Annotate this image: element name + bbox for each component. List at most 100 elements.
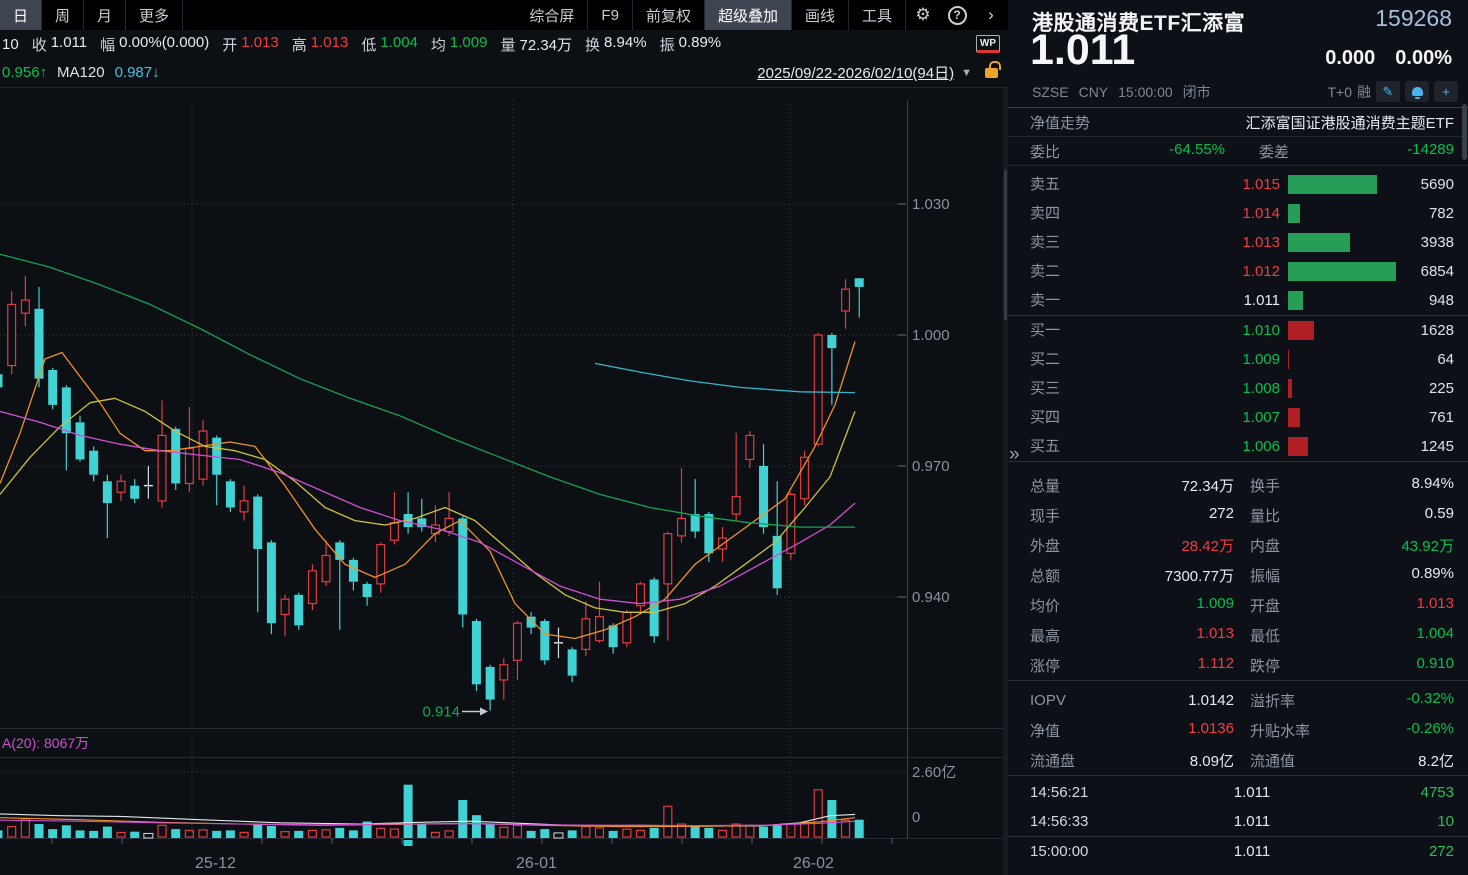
edit-icon[interactable]: ✎ <box>1376 81 1400 102</box>
stats-row-6: 涨停1.112跌停0.910 <box>1008 650 1468 680</box>
price-change: 0.000 0.00% <box>1325 47 1452 70</box>
bid-depth-bar <box>1288 321 1314 340</box>
quote-panel: 港股通消费ETF汇添富 159268 1.011 0.000 0.00% SZS… <box>1008 0 1468 875</box>
tick-row-1: 14:56:331.01110 <box>1008 807 1468 836</box>
iopv-row-1: 净值1.0136升贴水率-0.26% <box>1008 715 1468 745</box>
date-range-link[interactable]: 2025/09/22-2026/02/10(94日) <box>757 62 954 83</box>
period-tab-0[interactable]: 日 <box>0 0 42 30</box>
ma-segment-0: 0.956↑ <box>2 64 47 81</box>
iopv-row-2: 流通盘8.09亿流通值8.2亿 <box>1008 745 1468 775</box>
date-fragment: 10 <box>2 36 19 53</box>
stats-row-2: 外盘28.42万内盘43.92万 <box>1008 530 1468 560</box>
weibi-label: 委比 <box>1030 141 1060 162</box>
currency: CNY <box>1079 84 1109 100</box>
ask-depth-bar <box>1288 262 1396 281</box>
tool-tab-4[interactable]: 画线 <box>792 0 849 30</box>
stats-row-3: 总额7300.77万振幅0.89% <box>1008 560 1468 590</box>
stats-grid: 总量72.34万换手8.94%现手272量比0.59外盘28.42万内盘43.9… <box>1008 462 1468 680</box>
svg-text:26-02: 26-02 <box>793 855 834 872</box>
panel-scrollbar[interactable] <box>1462 104 1467 160</box>
svg-text:0.970: 0.970 <box>912 458 950 475</box>
weicha-value: -14289 <box>1289 141 1454 162</box>
bell-icon[interactable] <box>1405 81 1429 102</box>
stats-row-1: 现手272量比0.59 <box>1008 500 1468 530</box>
period-tabs: 日周月更多 <box>0 0 183 30</box>
price-info-4: 低1.004 <box>361 34 418 55</box>
plus-icon[interactable]: + <box>1434 81 1458 102</box>
tool-tab-5[interactable]: 工具 <box>849 0 906 30</box>
order-book: 卖五1.0155690卖四1.014782卖三1.0133938卖二1.0126… <box>1008 166 1468 461</box>
ask-row-0[interactable]: 卖五1.0155690 <box>1008 170 1468 199</box>
bid-depth-bar <box>1288 379 1292 398</box>
bid-depth-bar <box>1288 408 1300 427</box>
stats-row-0: 总量72.34万换手8.94% <box>1008 470 1468 500</box>
ma-labels: 0.956↑MA1200.987↓ <box>2 64 160 81</box>
ma-label-row: 0.956↑MA1200.987↓ 2025/09/22-2026/02/10(… <box>0 58 1008 88</box>
stats-row-5: 最高1.013最低1.004 <box>1008 620 1468 650</box>
weibi-row: 委比 -64.55% 委差 -14289 <box>1008 137 1468 166</box>
nav-label: 净值走势 <box>1030 112 1090 133</box>
unlock-icon[interactable] <box>985 68 998 78</box>
ask-depth-bar <box>1288 233 1350 252</box>
bid-row-2[interactable]: 买三1.008225 <box>1008 374 1468 403</box>
ask-row-3[interactable]: 卖二1.0126854 <box>1008 257 1468 286</box>
weicha-label: 委差 <box>1259 141 1289 162</box>
tick-row-0: 14:56:211.0114753 <box>1008 778 1468 807</box>
chevron-right-icon[interactable]: › <box>974 0 1008 30</box>
price-info-0: 收1.011 <box>32 34 87 55</box>
nav-row[interactable]: 净值走势 汇添富国证港股通消费主题ETF <box>1008 108 1468 137</box>
svg-text:2.60亿: 2.60亿 <box>912 764 956 781</box>
iopv-grid: IOPV1.0142溢折率-0.32%净值1.0136升贴水率-0.26%流通盘… <box>1008 681 1468 775</box>
svg-text:0.914: 0.914 <box>422 704 460 721</box>
wp-badge-icon[interactable]: WP <box>976 35 1000 53</box>
ask-row-1[interactable]: 卖四1.014782 <box>1008 199 1468 228</box>
tool-tab-1[interactable]: F9 <box>588 0 633 30</box>
price-info-8: 振0.89% <box>660 34 722 55</box>
svg-text:25-12: 25-12 <box>195 855 236 872</box>
ask-depth-bar <box>1288 175 1377 194</box>
bid-row-0[interactable]: 买一1.0101628 <box>1008 316 1468 345</box>
toolbar-right: 综合屏F9前复权超级叠加画线工具 ⚙ ? › <box>516 0 1008 30</box>
tool-tab-0[interactable]: 综合屏 <box>516 0 588 30</box>
bid-row-3[interactable]: 买四1.007761 <box>1008 403 1468 432</box>
chart-toolbar: 日周月更多 综合屏F9前复权超级叠加画线工具 ⚙ ? › <box>0 0 1008 30</box>
price-info-1: 幅0.00%(0.000) <box>100 34 209 55</box>
ask-row-4[interactable]: 卖一1.011948 <box>1008 286 1468 315</box>
volume-ma-label: A(20): 8067万 <box>2 733 89 753</box>
tool-tab-3[interactable]: 超级叠加 <box>705 0 792 30</box>
tool-tabs: 综合屏F9前复权超级叠加画线工具 <box>516 0 906 30</box>
collapse-handle[interactable]: » <box>1009 444 1020 466</box>
ask-depth-bar <box>1288 204 1300 223</box>
ask-row-2[interactable]: 卖三1.0133938 <box>1008 228 1468 257</box>
svg-text:0.940: 0.940 <box>912 589 950 606</box>
svg-text:0: 0 <box>912 809 920 826</box>
tool-tab-2[interactable]: 前复权 <box>633 0 705 30</box>
bid-depth-bar <box>1288 437 1308 456</box>
period-tab-3[interactable]: 更多 <box>126 0 183 30</box>
help-icon[interactable]: ? <box>940 0 974 30</box>
period-tab-1[interactable]: 周 <box>42 0 84 30</box>
svg-text:1.000: 1.000 <box>912 327 950 344</box>
last-price: 1.011 <box>1030 26 1135 75</box>
bid-depth-bar <box>1288 350 1289 369</box>
nav-fund-name[interactable]: 汇添富国证港股通消费主题ETF <box>1246 112 1454 133</box>
price-info-5: 均1.009 <box>431 34 488 55</box>
chart-region: 1.0301.0000.9700.9402.60亿025-1226-0126-0… <box>0 0 1008 875</box>
price-info-2: 开1.013 <box>222 34 279 55</box>
period-tab-2[interactable]: 月 <box>84 0 126 30</box>
price-info-row: 10 收1.011 幅0.00%(0.000) 开1.013 高1.013 低1.004… <box>0 30 1008 58</box>
weibi-value: -64.55% <box>1060 141 1259 162</box>
t0-flag: T+0 <box>1327 84 1352 100</box>
caret-down-icon[interactable]: ▼ <box>961 67 972 79</box>
bid-row-1[interactable]: 买二1.00964 <box>1008 345 1468 374</box>
price-info-3: 高1.013 <box>292 34 349 55</box>
quote-time: 15:00:00 <box>1118 84 1173 100</box>
kline-chart[interactable]: 1.0301.0000.9700.9402.60亿025-1226-0126-0… <box>0 0 1008 875</box>
iopv-row-0: IOPV1.0142溢折率-0.32% <box>1008 685 1468 715</box>
ask-depth-bar <box>1288 291 1303 310</box>
exchange: SZSE <box>1032 84 1069 100</box>
gear-icon[interactable]: ⚙ <box>906 0 940 30</box>
tick-row-last: 15:00:001.011272 <box>1008 837 1468 866</box>
change-percent: 0.00% <box>1395 47 1452 70</box>
bid-row-4[interactable]: 买五1.0061245 <box>1008 432 1468 461</box>
